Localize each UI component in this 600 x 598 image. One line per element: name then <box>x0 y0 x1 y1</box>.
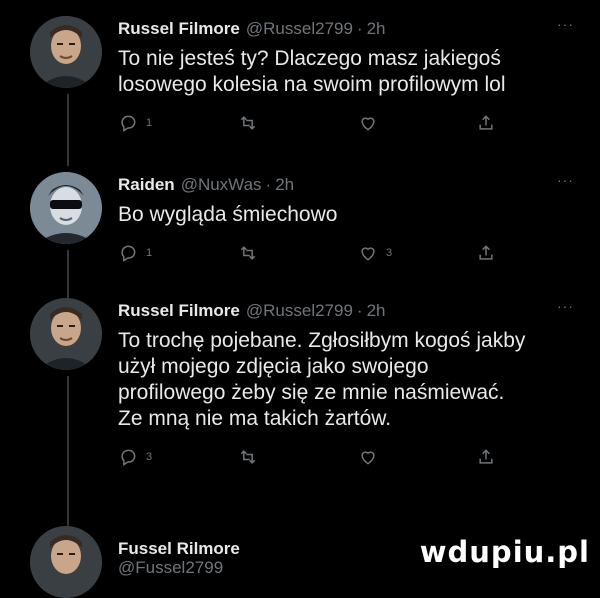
retweet-button[interactable] <box>238 113 266 133</box>
tweet-header: Raiden @NuxWas · 2h <box>118 172 294 198</box>
more-options-icon[interactable]: ··· <box>557 172 574 188</box>
retweet-button[interactable] <box>238 243 266 263</box>
share-button[interactable] <box>476 113 496 133</box>
man-avatar-icon <box>30 298 102 370</box>
tweet-actions: 1 3 <box>118 242 518 264</box>
share-icon <box>479 245 493 260</box>
reply-button[interactable]: 3 <box>118 447 152 467</box>
reply-icon <box>121 245 136 262</box>
avatar[interactable] <box>30 172 102 244</box>
share-button[interactable] <box>476 447 496 467</box>
heart-icon <box>361 247 375 261</box>
like-count: 3 <box>386 247 393 259</box>
tweet[interactable]: Russel Filmore @Russel2799 · 2h ··· To n… <box>0 16 600 146</box>
avatar[interactable] <box>30 298 102 370</box>
more-options-icon[interactable]: ··· <box>557 16 574 32</box>
tweet-text: Bo wygląda śmiechowo <box>118 203 338 226</box>
reply-icon <box>121 115 136 132</box>
share-icon <box>479 449 493 464</box>
retweet-icon <box>240 246 256 260</box>
reply-count: 1 <box>146 247 153 259</box>
heart-icon <box>361 451 375 465</box>
author-handle[interactable]: @Russel2799 <box>246 301 353 321</box>
author-handle[interactable]: @Russel2799 <box>246 19 353 39</box>
more-options-icon[interactable]: ··· <box>557 298 574 314</box>
retweet-button[interactable] <box>238 447 266 467</box>
man-avatar-icon <box>30 526 102 598</box>
retweet-icon <box>240 450 256 464</box>
reply-count: 1 <box>146 117 153 129</box>
tweet-actions: 3 <box>118 446 518 468</box>
share-button[interactable] <box>476 243 496 263</box>
timestamp[interactable]: 2h <box>367 19 386 39</box>
tweet-text: To trochę pojebane. Zgłosiłbym kogoś jak… <box>118 329 526 430</box>
avatar[interactable] <box>30 526 102 598</box>
tweet[interactable]: Raiden @NuxWas · 2h ··· Bo wygląda śmiec… <box>0 172 600 272</box>
like-button[interactable] <box>358 447 386 467</box>
heart-icon <box>361 117 375 131</box>
author-handle[interactable]: @Fussel2799 <box>118 558 223 578</box>
author-name[interactable]: Russel Filmore <box>118 19 240 39</box>
reply-count: 3 <box>146 451 153 463</box>
reply-button[interactable]: 1 <box>118 243 152 263</box>
timestamp[interactable]: 2h <box>367 301 386 321</box>
separator-dot: · <box>356 19 363 38</box>
separator-dot: · <box>265 175 272 194</box>
tweet[interactable]: Russel Filmore @Russel2799 · 2h ··· To t… <box>0 298 600 488</box>
sunglasses-avatar-icon <box>30 172 102 244</box>
man-avatar-icon <box>30 16 102 88</box>
tweet-actions: 1 <box>118 112 518 134</box>
share-icon <box>479 115 493 130</box>
tweet-header: Russel Filmore @Russel2799 · 2h <box>118 298 386 324</box>
tweet-header: Russel Filmore @Russel2799 · 2h <box>118 16 386 42</box>
like-button[interactable]: 3 <box>358 243 392 263</box>
author-handle[interactable]: @NuxWas <box>181 175 262 195</box>
reply-button[interactable]: 1 <box>118 113 152 133</box>
separator-dot: · <box>356 301 363 320</box>
retweet-icon <box>240 116 256 130</box>
reply-icon <box>121 449 136 466</box>
avatar[interactable] <box>30 16 102 88</box>
author-name[interactable]: Russel Filmore <box>118 301 240 321</box>
author-name[interactable]: Fussel Rilmore <box>118 539 240 559</box>
tweet-text: To nie jesteś ty? Dlaczego masz jakiegoś… <box>118 47 506 96</box>
timestamp[interactable]: 2h <box>275 175 294 195</box>
watermark: wdupiu.pl <box>419 535 590 569</box>
author-name[interactable]: Raiden <box>118 175 175 195</box>
like-button[interactable] <box>358 113 386 133</box>
